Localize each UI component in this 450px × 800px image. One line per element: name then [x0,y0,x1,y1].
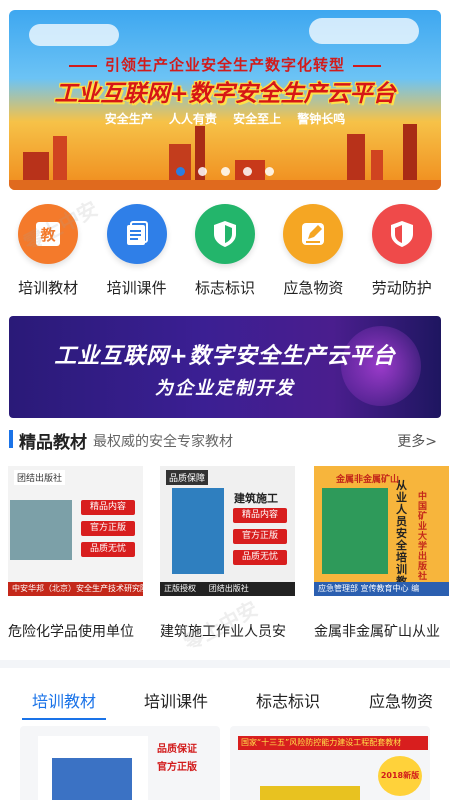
cover-publisher: 团结出版社 [14,470,66,485]
book-title: 建筑施工作业人员安 [160,624,286,640]
carousel-dot[interactable] [198,167,208,176]
category-emergency-supplies[interactable]: 应急物资 [270,204,356,304]
featured-section-header: 精品教材 最权威的安全专家教材 更多> [9,428,441,453]
book-cover: 金属非金属矿山 从业人员安全培训教材 中国矿业大学出版社 应急管理部 宣传教育中… [314,466,449,596]
promo-subtitle: 为企业定制开发 [155,378,295,399]
cover-strip-right: 团结出版社 [208,584,249,593]
cover-strip-left: 正版授权 [164,584,196,593]
hero-kicker: 引领生产企业安全生产数字化转型 [9,54,441,75]
official-tag: 官方正版 [157,762,197,773]
section-title: 精品教材 [19,433,87,453]
promo-banner[interactable]: 工业互联网+数字安全生产云平台 为企业定制开发 [9,316,441,418]
cover-tag: 品质无忧 [233,550,287,565]
category-labor-protection[interactable]: 劳动防护 [359,204,445,304]
more-link[interactable]: 更多> [397,431,437,451]
shield-icon [371,204,432,264]
cover-strip: 应急管理部 宣传教育中心 编 [314,582,449,596]
cover-art [10,500,72,560]
cover-art [322,488,388,574]
book-title: 危险化学品使用单位 [8,624,134,640]
cloud-decoration [309,18,419,44]
category-label: 劳动防护 [371,279,432,297]
cover-tag: 官方正版 [233,529,287,544]
hero-headline: 工业互联网+数字安全生产云平台 [54,81,396,107]
svg-text:教: 教 [40,226,57,244]
category-label: 培训教材 [18,279,79,297]
book-card[interactable]: 金属非金属矿山 从业人员安全培训教材 中国矿业大学出版社 应急管理部 宣传教育中… [314,466,449,641]
section-accent-bar [9,430,13,448]
product-banner: 国家“十三五”风险防控能力建设工程配套教材 [238,736,428,750]
cover-title: 建筑施工 [234,492,278,505]
document-icon [106,204,167,264]
carousel-dots [9,161,441,180]
product-card[interactable]: 品质保证 官方正版 [20,726,220,800]
section-subtitle: 最权威的安全专家教材 [93,434,233,450]
carousel-dot[interactable] [242,167,252,176]
cover-strip: 正版授权 团结出版社 [160,582,295,596]
tab-emergency-supplies[interactable]: 应急物资 [369,688,433,712]
category-nav: 教 培训教材 培训课件 标志标识 应急物资 劳动防护 [0,204,450,304]
carousel-dot[interactable] [264,167,274,176]
category-training-slides[interactable]: 培训课件 [94,204,180,304]
category-label: 培训课件 [106,279,167,297]
tab-training-materials[interactable]: 培训教材 [32,688,96,712]
category-label: 标志标识 [194,279,255,297]
edit-icon [283,204,344,264]
cover-tag: 品质无忧 [81,542,135,557]
cover-publisher: 中国矿业大学出版社 [418,492,428,582]
category-training-materials[interactable]: 教 培训教材 [5,204,91,304]
category-label: 应急物资 [283,279,344,297]
carousel-dot[interactable] [220,167,230,176]
tab-signs[interactable]: 标志标识 [256,688,320,712]
carousel-dot[interactable] [176,167,186,176]
book-title: 金属非金属矿山从业 [314,624,440,640]
cloud-decoration [29,24,119,46]
book-cover: 品质保障 建筑施工 精品内容 官方正版 品质无忧 正版授权 团结出版社 [160,466,295,596]
cover-tag: 精品内容 [233,508,287,523]
category-signs[interactable]: 标志标识 [182,204,268,304]
cover-tag: 官方正版 [81,521,135,536]
cover-title: 金属非金属矿山 [336,475,400,485]
category-tabs: 培训教材 培训课件 标志标识 应急物资 [0,660,450,720]
cover-tag: 精品内容 [81,500,135,515]
app-screen: 引领生产企业安全生产数字化转型 工业互联网+数字安全生产云平台 安全生产 人人有… [0,0,450,800]
cover-art [260,786,360,800]
quality-tag: 品质保证 [157,744,197,755]
book-card[interactable]: 品质保障 建筑施工 精品内容 官方正版 品质无忧 正版授权 团结出版社 建筑施工… [160,466,295,641]
active-tab-indicator [22,718,106,720]
product-image [38,736,148,800]
edition-badge: 2018新版 [378,756,422,796]
featured-books: 团结出版社 精品内容 官方正版 品质无忧 中安华邦（北京）安全生产技术研究院 编… [0,466,450,646]
cover-vertical-title: 从业人员安全培训教材 [396,479,407,597]
book-cover: 团结出版社 精品内容 官方正版 品质无忧 中安华邦（北京）安全生产技术研究院 编 [8,466,143,596]
cover-strip: 中安华邦（北京）安全生产技术研究院 编 [8,582,143,596]
tab-training-slides[interactable]: 培训课件 [144,688,208,712]
product-card[interactable]: 国家“十三五”风险防控能力建设工程配套教材 2018新版 [230,726,430,800]
promo-title: 工业互联网+数字安全生产云平台 [54,344,396,369]
book-card[interactable]: 团结出版社 精品内容 官方正版 品质无忧 中安华邦（北京）安全生产技术研究院 编… [8,466,143,641]
book-icon: 教 [18,204,79,264]
cover-art [52,758,132,800]
hero-banner[interactable]: 引领生产企业安全生产数字化转型 工业互联网+数字安全生产云平台 安全生产 人人有… [9,10,441,190]
cover-art [172,488,224,574]
shield-check-icon [194,204,255,264]
cover-quality-tag: 品质保障 [166,470,209,485]
